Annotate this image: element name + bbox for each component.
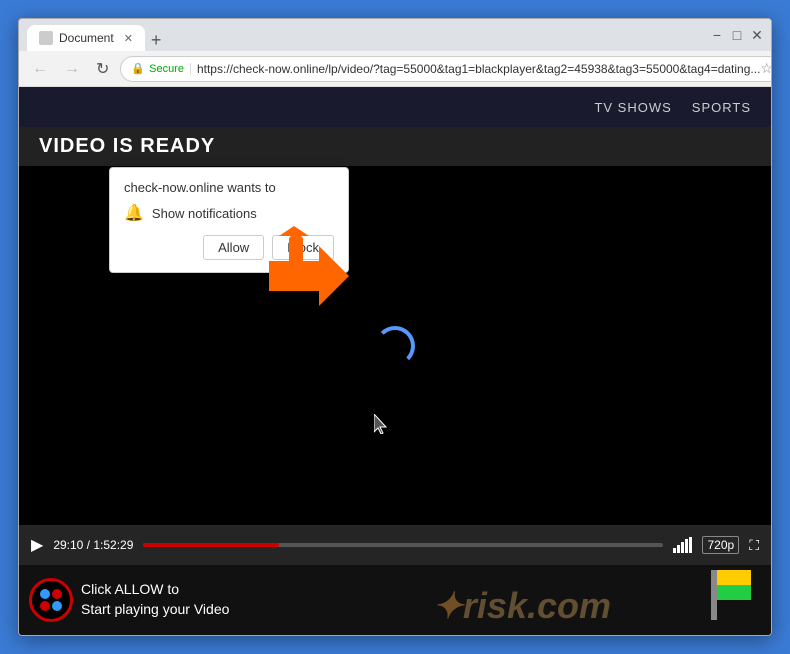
progress-fill <box>143 543 278 547</box>
nav-item-tv-shows[interactable]: TV SHOWS <box>594 100 671 115</box>
fullscreen-button[interactable]: ⛶ <box>749 537 759 554</box>
time-display: 29:10 / 1:52:29 <box>53 538 133 552</box>
bookmark-button[interactable]: ☆ <box>760 60 772 77</box>
back-button[interactable]: ← <box>27 58 53 80</box>
page-content: TV SHOWS SPORTS VIDEO IS READY <box>19 87 771 635</box>
volume-indicator <box>673 537 692 553</box>
tab-close-button[interactable]: ✕ <box>124 32 133 45</box>
reload-button[interactable]: ↻ <box>91 57 114 81</box>
secure-label: Secure <box>149 63 191 75</box>
title-bar: Document ✕ + − □ ✕ <box>19 19 771 51</box>
cta-text: Click ALLOW to Start playing your Video <box>81 580 229 619</box>
tab-area: Document ✕ + <box>27 19 167 51</box>
site-nav: TV SHOWS SPORTS <box>19 87 771 127</box>
browser-window: Document ✕ + − □ ✕ ← → ↻ 🔒 Secure https:… <box>18 18 772 636</box>
watermark-logo: Click ALLOW to Start playing your Video <box>29 578 229 622</box>
window-minimize-button[interactable]: − <box>711 29 723 41</box>
brand-watermark: ✦risk.com <box>433 585 611 627</box>
active-tab[interactable]: Document ✕ <box>27 25 145 51</box>
window-maximize-button[interactable]: □ <box>731 29 743 41</box>
logo-circle <box>29 578 73 622</box>
tab-favicon <box>39 31 53 45</box>
bell-icon: 🔔 <box>124 203 144 223</box>
play-button[interactable]: ▶ <box>31 535 43 555</box>
url-text: https://check-now.online/lp/video/?tag=5… <box>197 62 760 76</box>
window-close-button[interactable]: ✕ <box>751 29 763 41</box>
loading-spinner <box>375 326 415 366</box>
tab-label: Document <box>59 31 114 45</box>
nav-item-sports[interactable]: SPORTS <box>692 100 751 115</box>
permission-label: Show notifications <box>152 206 257 221</box>
video-controls-bar: ▶ 29:10 / 1:52:29 720p ⛶ <box>19 525 771 565</box>
progress-bar[interactable] <box>143 543 663 547</box>
popup-permission-row: 🔔 Show notifications <box>124 203 334 223</box>
new-tab-button[interactable]: + <box>145 30 168 51</box>
video-title: VIDEO IS READY <box>19 127 771 166</box>
allow-button[interactable]: Allow <box>203 235 264 260</box>
secure-icon: 🔒 <box>131 62 145 75</box>
logo-dots <box>40 589 62 611</box>
toolbar: ← → ↻ 🔒 Secure https://check-now.online/… <box>19 51 771 87</box>
flag-icon <box>711 570 751 625</box>
arrow-indicator <box>269 226 359 311</box>
quality-badge[interactable]: 720p <box>702 536 739 554</box>
watermark-area: Click ALLOW to Start playing your Video … <box>19 565 771 635</box>
window-controls: − □ ✕ <box>711 29 763 41</box>
popup-title: check-now.online wants to <box>124 180 334 195</box>
mouse-cursor <box>374 414 390 434</box>
forward-button[interactable]: → <box>59 58 85 80</box>
address-bar[interactable]: 🔒 Secure https://check-now.online/lp/vid… <box>120 56 772 82</box>
